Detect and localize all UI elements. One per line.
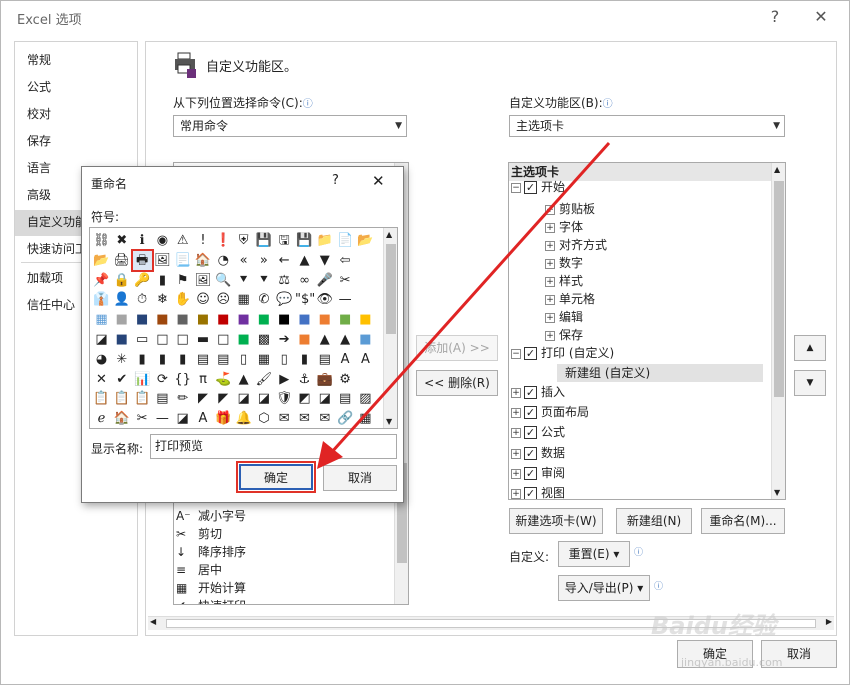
excel-options-window: Excel 选项 ? ✕ 常规 公式 校对 保存 语言 高级 自定义功能区 快速访问工具栏 加载… bbox=[0, 0, 850, 685]
annotation-arrow bbox=[317, 141, 611, 469]
